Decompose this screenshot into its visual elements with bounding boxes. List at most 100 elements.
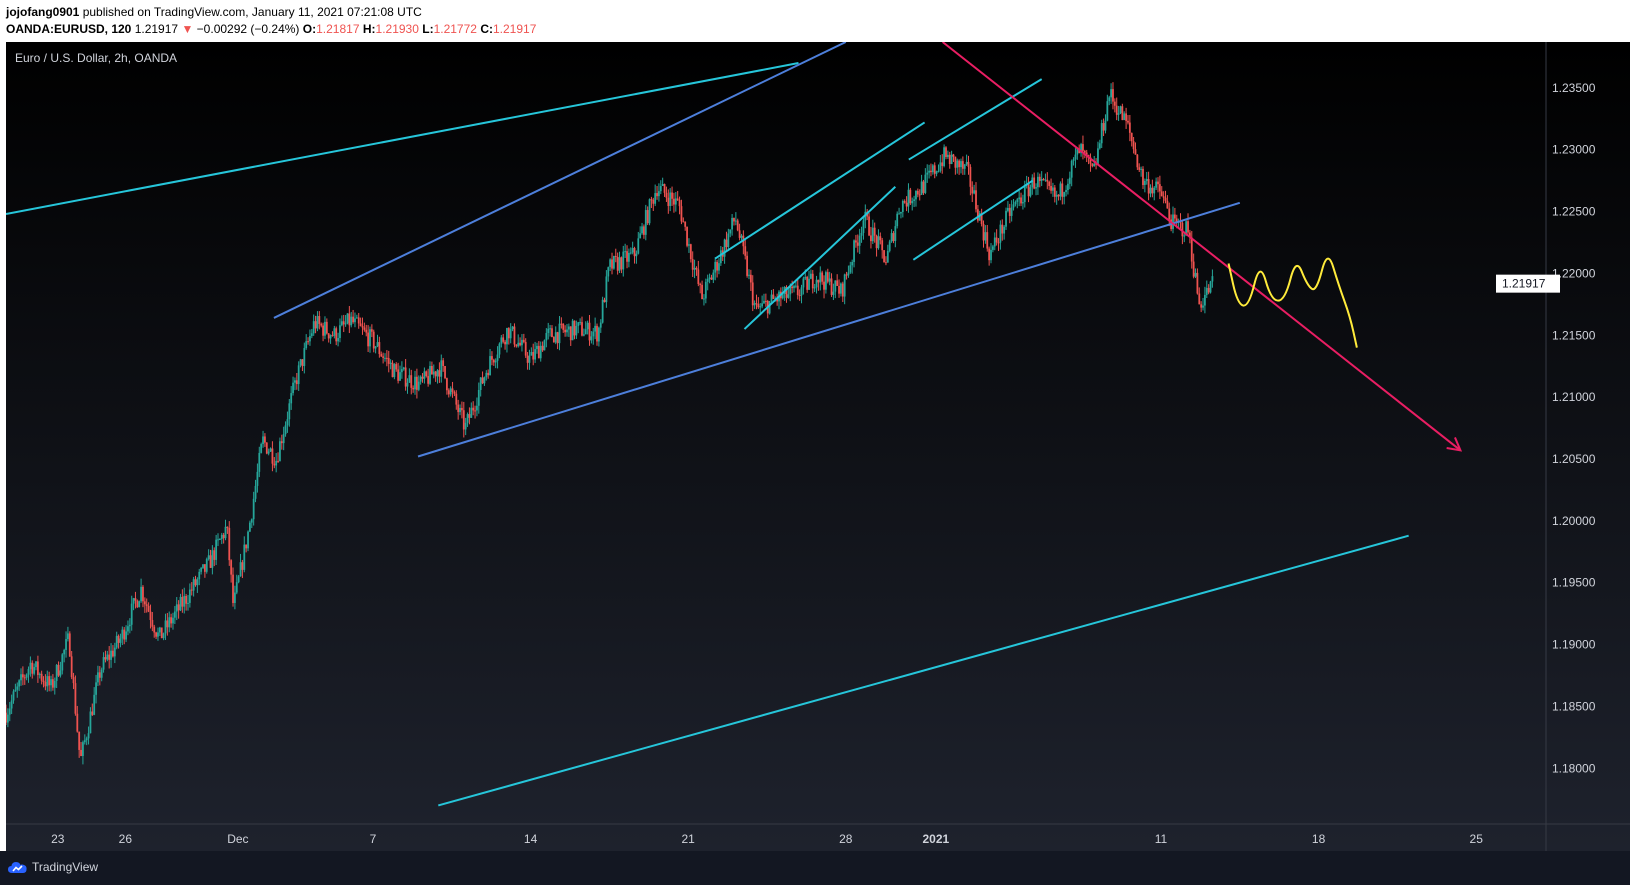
candle-body-down	[697, 269, 700, 284]
candle-body-up	[834, 280, 837, 292]
candle-body-up	[310, 333, 313, 337]
candle-body-up	[1205, 287, 1208, 295]
candle-body-up	[288, 403, 291, 420]
candle-body-up	[479, 377, 482, 390]
time-tick-label: Dec	[227, 832, 248, 846]
candle-body-up	[517, 342, 520, 347]
candle-body-down	[1042, 179, 1045, 181]
candle-body-down	[1132, 141, 1135, 150]
candle-body-down	[57, 664, 60, 676]
candle-body-up	[956, 160, 959, 168]
candle-body-up	[815, 279, 818, 288]
candle-body-up	[196, 579, 199, 586]
candle-body-up	[575, 325, 578, 336]
candle-body-down	[933, 165, 936, 174]
candle-body-down	[883, 250, 885, 263]
candle-body-up	[8, 708, 11, 715]
candle-body-down	[678, 200, 681, 207]
candle-body-down	[757, 303, 760, 308]
candle-body-down	[691, 259, 694, 270]
candle-body-up	[235, 582, 238, 593]
candle-body-up	[340, 321, 343, 326]
candle-body-up	[658, 191, 660, 197]
candle-body-down	[856, 242, 859, 246]
candle-body-down	[1020, 197, 1022, 204]
candle-body-down	[526, 355, 529, 363]
candle-body-up	[250, 519, 253, 523]
candle-body-down	[665, 192, 668, 198]
candle-body-up	[476, 405, 478, 411]
candle-body-up	[294, 380, 296, 383]
candle-body-up	[624, 251, 627, 253]
candle-body-up	[440, 360, 443, 377]
candle-body-up	[935, 171, 938, 174]
price-chart[interactable]: Euro / U.S. Dollar, 2h, OANDA 1.23500 1.2…	[6, 42, 1630, 851]
candle-body-up	[344, 323, 347, 325]
candle-body-down	[556, 332, 559, 344]
candle-body-up	[901, 200, 904, 213]
candle-body-down	[295, 380, 298, 385]
last-price-tag-label: 1.21917	[1502, 277, 1546, 291]
candle-body-down	[166, 620, 169, 628]
candle-body-down	[108, 654, 111, 660]
candle-body-up	[1063, 192, 1066, 197]
candle-body-up	[939, 162, 942, 171]
price-tick-label: 1.20000	[1552, 514, 1596, 528]
candle-body-up	[763, 300, 765, 304]
candle-body-up	[862, 220, 865, 233]
candle-body-down	[562, 323, 565, 330]
candle-body-up	[960, 161, 962, 168]
candle-body-up	[534, 349, 536, 360]
candle-body-down	[222, 534, 225, 539]
candle-body-down	[76, 713, 79, 732]
candle-body-up	[708, 277, 711, 279]
candle-body-up	[547, 328, 550, 333]
candle-body-up	[712, 272, 715, 280]
candle-body-up	[89, 711, 92, 734]
candle-body-up	[851, 262, 854, 266]
candle-body-down	[643, 226, 645, 235]
candle-body-down	[468, 414, 471, 418]
candle-body-up	[188, 589, 191, 603]
candle-body-up	[173, 611, 176, 618]
candle-body-down	[48, 676, 51, 686]
candle-body-down	[277, 460, 279, 462]
candle-body-down	[318, 316, 321, 324]
candle-body-up	[29, 662, 32, 670]
candle-body-down	[472, 407, 475, 411]
candle-body-up	[498, 343, 501, 355]
candle-body-up	[761, 303, 764, 307]
candle-body-down	[425, 371, 428, 377]
candle-body-up	[429, 365, 431, 384]
candle-body-down	[798, 295, 801, 297]
candle-body-up	[324, 321, 326, 336]
candle-body-up	[432, 371, 435, 375]
candle-body-up	[389, 362, 392, 364]
candle-body-up	[770, 294, 773, 302]
candle-body-down	[314, 321, 317, 329]
candle-body-up	[489, 356, 491, 376]
candle-body-up	[384, 357, 386, 359]
candle-body-down	[1053, 187, 1056, 197]
candle-body-down	[367, 332, 370, 347]
candle-body-up	[590, 336, 593, 341]
candle-body-up	[714, 261, 717, 273]
candle-body-up	[911, 200, 914, 204]
candle-body-up	[567, 326, 570, 330]
candle-body-down	[922, 181, 925, 193]
candle-body-up	[898, 213, 900, 215]
candle-body-up	[1123, 113, 1126, 121]
candle-body-up	[183, 596, 186, 607]
candle-body-up	[207, 555, 210, 560]
candle-body-down	[357, 317, 360, 324]
author-name[interactable]: jojofang0901	[6, 5, 79, 19]
candle-body-down	[652, 199, 655, 204]
down-arrow-icon: ▼	[181, 22, 194, 36]
candle-body-up	[597, 327, 600, 342]
tradingview-logo[interactable]: TradingView	[8, 860, 98, 874]
candle-body-up	[1183, 235, 1186, 237]
candle-body-up	[205, 559, 208, 572]
candle-body-up	[1044, 179, 1047, 181]
candle-body-up	[740, 235, 743, 238]
candle-body-up	[628, 252, 630, 262]
